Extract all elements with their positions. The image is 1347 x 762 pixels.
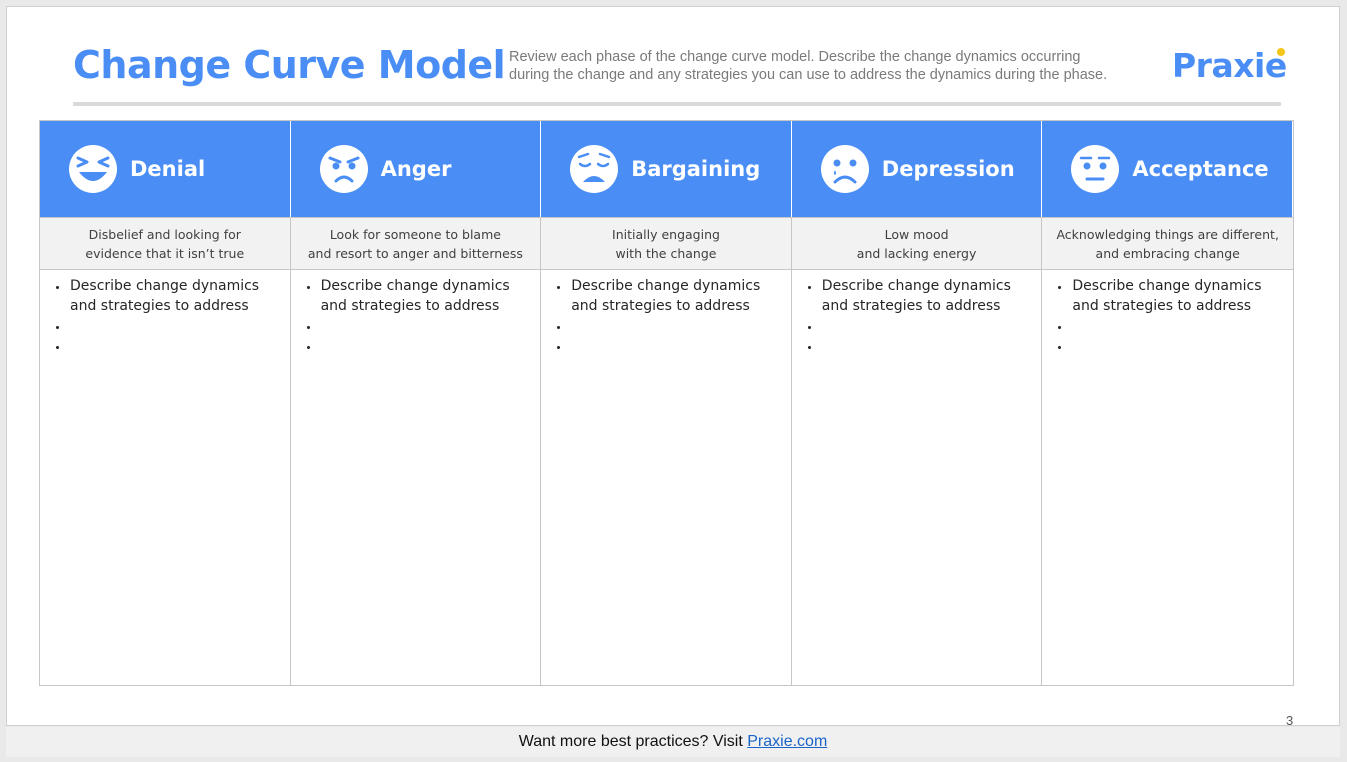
phase-notes-bargaining[interactable]: Describe change dynamics and strategies …: [541, 269, 792, 685]
phase-description-depression: Low mood and lacking energy: [791, 217, 1043, 269]
bullet-list: Describe change dynamics and strategies …: [299, 276, 533, 356]
desc-line: and lacking energy: [856, 245, 977, 261]
bullet-list: Describe change dynamics and strategies …: [48, 276, 282, 356]
page-number: 3: [1286, 713, 1294, 728]
phase-header-anger: Anger: [290, 121, 542, 217]
phase-notes-acceptance[interactable]: Describe change dynamics and strategies …: [1042, 269, 1293, 685]
bullet-item[interactable]: Describe change dynamics and strategies …: [319, 276, 533, 316]
desc-line: Initially engaging: [612, 226, 720, 242]
logo-text: Praxie: [1172, 46, 1287, 85]
phase-header-depression: Depression: [791, 121, 1043, 217]
crying-face-icon: [820, 144, 870, 194]
desc-line: and resort to anger and bitterness: [307, 245, 523, 261]
praxie-link[interactable]: Praxie.com: [747, 733, 827, 750]
logo-dot-icon: [1276, 48, 1285, 56]
bullet-item[interactable]: [68, 336, 282, 356]
phase-name: Anger: [380, 157, 452, 181]
praxie-logo: Praxie: [1172, 46, 1287, 85]
phase-notes-anger[interactable]: Describe change dynamics and strategies …: [290, 269, 542, 685]
phase-header-bargaining: Bargaining: [541, 121, 792, 217]
laughing-face-icon: [68, 144, 118, 194]
footer-bar: Want more best practices? Visit Praxie.c…: [6, 727, 1340, 757]
phase-name: Depression: [881, 157, 1015, 181]
bullet-list: Describe change dynamics and strategies …: [800, 276, 1034, 356]
subtitle-line-1: Review each phase of the change curve mo…: [509, 49, 1081, 65]
desc-line: Look for someone to blame: [329, 226, 501, 242]
phase-notes-denial[interactable]: Describe change dynamics and strategies …: [40, 269, 291, 685]
subtitle: Review each phase of the change curve mo…: [509, 48, 1149, 84]
footer-text: Want more best practices? Visit: [518, 733, 748, 750]
phase-description-acceptance: Acknowledging things are different, and e…: [1042, 217, 1293, 269]
phase-name: Acceptance: [1132, 157, 1269, 181]
phase-name: Bargaining: [631, 157, 761, 181]
weary-face-icon: [569, 144, 619, 194]
bullet-item[interactable]: [820, 316, 1034, 336]
phase-header-denial: Denial: [40, 121, 291, 217]
angry-face-icon: [319, 144, 369, 194]
bullet-item[interactable]: Describe change dynamics and strategies …: [569, 276, 783, 316]
bullet-item[interactable]: [319, 316, 533, 336]
desc-line: and embracing change: [1095, 245, 1240, 261]
bullet-item[interactable]: [68, 316, 282, 336]
phase-name: Denial: [130, 157, 206, 181]
bullet-item[interactable]: [1070, 316, 1285, 336]
subtitle-line-2: during the change and any strategies you…: [509, 67, 1108, 83]
phase-header-acceptance: Acceptance: [1042, 121, 1293, 217]
bullet-item[interactable]: Describe change dynamics and strategies …: [68, 276, 282, 316]
neutral-face-icon: [1070, 144, 1120, 194]
desc-line: with the change: [615, 245, 717, 261]
desc-line: Disbelief and looking for: [88, 226, 241, 242]
bullet-item[interactable]: [1070, 336, 1285, 356]
desc-line: evidence that it isn’t true: [85, 245, 245, 261]
desc-line: Acknowledging things are different,: [1056, 226, 1279, 242]
title-divider: [73, 102, 1281, 106]
bullet-item[interactable]: [569, 316, 783, 336]
phase-table: Denial Anger Bargaining Depression Accep…: [39, 120, 1294, 686]
bullet-item[interactable]: [820, 336, 1034, 356]
bullet-list: Describe change dynamics and strategies …: [1050, 276, 1285, 356]
bullet-list: Describe change dynamics and strategies …: [549, 276, 783, 356]
bullet-item[interactable]: [319, 336, 533, 356]
bullet-item[interactable]: Describe change dynamics and strategies …: [820, 276, 1034, 316]
phase-description-anger: Look for someone to blame and resort to a…: [290, 217, 542, 269]
phase-description-bargaining: Initially engaging with the change: [541, 217, 792, 269]
bullet-item[interactable]: [569, 336, 783, 356]
bullet-item[interactable]: Describe change dynamics and strategies …: [1070, 276, 1285, 316]
phase-notes-depression[interactable]: Describe change dynamics and strategies …: [791, 269, 1043, 685]
phase-description-denial: Disbelief and looking for evidence that i…: [40, 217, 291, 269]
desc-line: Low mood: [884, 226, 949, 242]
page-title: Change Curve Model: [73, 43, 506, 87]
